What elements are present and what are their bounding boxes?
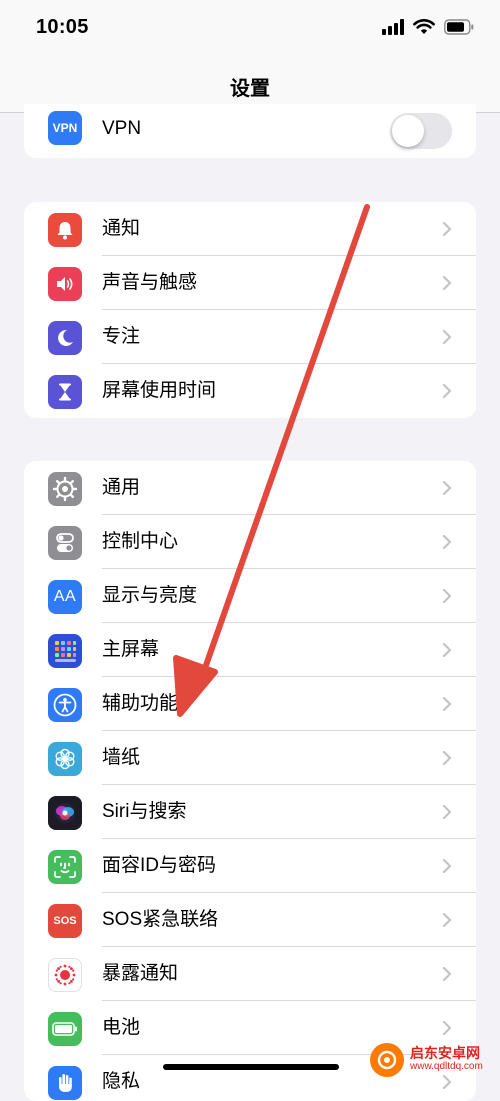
- chevron-right-icon: [442, 588, 452, 604]
- chevron-right-icon: [442, 912, 452, 928]
- chevron-right-icon: [442, 858, 452, 874]
- settings-row-screen-time[interactable]: 屏幕使用时间: [24, 364, 476, 418]
- status-time: 10:05: [36, 16, 89, 38]
- settings-row-wallpaper[interactable]: 墙纸: [24, 731, 476, 785]
- settings-row-label: Siri与搜索: [102, 801, 187, 822]
- settings-row-label: 电池: [102, 1017, 141, 1038]
- settings-row-label: 控制中心: [102, 531, 179, 552]
- settings-row-face-id[interactable]: 面容ID与密码: [24, 839, 476, 893]
- settings-row-label: VPN: [102, 118, 142, 139]
- settings-row-label: 主屏幕: [102, 639, 160, 660]
- settings-row-siri[interactable]: Siri与搜索: [24, 785, 476, 839]
- chevron-right-icon: [442, 642, 452, 658]
- watermark-title: 启东安卓网: [410, 1045, 480, 1061]
- chevron-right-icon: [442, 221, 452, 237]
- chevron-right-icon: [442, 275, 452, 291]
- watermark-url: www.qdltdq.com: [410, 1061, 483, 1072]
- settings-row-label: 专注: [102, 326, 141, 347]
- page-title: 设置: [230, 78, 270, 100]
- text-size-icon: AA: [48, 580, 82, 614]
- chevron-right-icon: [442, 750, 452, 766]
- battery-status-icon: [444, 19, 474, 35]
- exposure-icon: [48, 958, 82, 992]
- chevron-right-icon: [442, 480, 452, 496]
- status-icons: [382, 19, 474, 35]
- settings-row-vpn[interactable]: VPN VPN: [24, 104, 476, 158]
- settings-row-general[interactable]: 通用: [24, 461, 476, 515]
- home-indicator[interactable]: [163, 1064, 339, 1070]
- vpn-icon: VPN: [48, 111, 82, 145]
- settings-row-label: SOS紧急联络: [102, 909, 219, 930]
- settings-row-sos[interactable]: SOS SOS紧急联络: [24, 893, 476, 947]
- settings-row-label: 通知: [102, 218, 141, 239]
- battery-icon: [48, 1012, 82, 1046]
- face-id-icon: [48, 850, 82, 884]
- settings-row-label: 声音与触感: [102, 272, 198, 293]
- settings-row-control-center[interactable]: 控制中心: [24, 515, 476, 569]
- chevron-right-icon: [442, 696, 452, 712]
- settings-row-display[interactable]: AA 显示与亮度: [24, 569, 476, 623]
- wifi-icon: [413, 19, 435, 34]
- hand-icon: [48, 1066, 82, 1100]
- settings-row-label: 暴露通知: [102, 963, 179, 984]
- chevron-right-icon: [442, 329, 452, 345]
- vpn-group: VPN VPN: [24, 104, 476, 158]
- chevron-right-icon: [442, 383, 452, 399]
- settings-row-notifications[interactable]: 通知: [24, 202, 476, 256]
- sos-icon: SOS: [48, 904, 82, 938]
- switches-icon: [48, 526, 82, 560]
- settings-row-label: 显示与亮度: [102, 585, 198, 606]
- settings-row-label: 通用: [102, 477, 141, 498]
- flower-icon: [48, 742, 82, 776]
- siri-icon: [48, 796, 82, 830]
- settings-row-label: 面容ID与密码: [102, 855, 217, 876]
- chevron-right-icon: [442, 534, 452, 550]
- status-bar: 10:05: [0, 0, 500, 58]
- settings-row-label: 辅助功能: [102, 693, 179, 714]
- settings-row-accessibility[interactable]: 辅助功能: [24, 677, 476, 731]
- chevron-right-icon: [442, 1020, 452, 1036]
- gear-icon: [48, 472, 82, 506]
- vpn-toggle[interactable]: [390, 113, 452, 149]
- watermark-logo-icon: [370, 1043, 404, 1077]
- hourglass-icon: [48, 375, 82, 409]
- notifications-group: 通知 声音与触感 专注 屏幕使用时间: [24, 202, 476, 418]
- toggle-knob: [392, 115, 424, 147]
- settings-row-label: 墙纸: [102, 747, 141, 768]
- chevron-right-icon: [442, 804, 452, 820]
- settings-row-label: 屏幕使用时间: [102, 380, 217, 401]
- general-group: 通用 控制中心 AA 显示与亮度 主屏幕 辅助功能 墙纸 Siri与搜索 面容I…: [24, 461, 476, 1101]
- watermark-text: 启东安卓网 www.qdltdq.com: [410, 1046, 483, 1074]
- speaker-icon: [48, 267, 82, 301]
- home-grid-icon: [48, 634, 82, 668]
- watermark: 启东安卓网 www.qdltdq.com: [370, 1042, 498, 1078]
- accessibility-icon: [48, 688, 82, 722]
- settings-row-home-screen[interactable]: 主屏幕: [24, 623, 476, 677]
- chevron-right-icon: [442, 966, 452, 982]
- bell-icon: [48, 213, 82, 247]
- settings-row-sounds[interactable]: 声音与触感: [24, 256, 476, 310]
- cellular-signal-icon: [382, 19, 404, 35]
- settings-row-focus[interactable]: 专注: [24, 310, 476, 364]
- settings-row-exposure[interactable]: 暴露通知: [24, 947, 476, 1001]
- moon-icon: [48, 321, 82, 355]
- settings-row-label: 隐私: [102, 1071, 141, 1092]
